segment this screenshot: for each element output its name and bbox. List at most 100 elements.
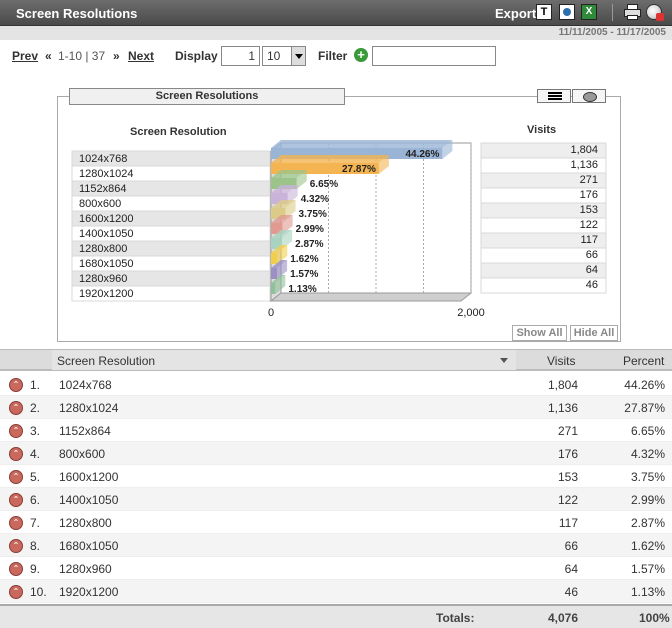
bar-chart-toggle-icon[interactable] <box>537 89 571 103</box>
row-rank: 8. <box>30 539 41 553</box>
row-visits: 122 <box>557 493 578 507</box>
row-percent: 4.32% <box>630 447 665 461</box>
rank-arrow-icon[interactable]: ⌃ <box>9 585 23 599</box>
display-start-input[interactable]: 1 <box>221 46 260 66</box>
totals-percent: 100% <box>639 611 670 625</box>
row-percent: 1.13% <box>630 585 665 599</box>
row-name[interactable]: 1600x1200 <box>59 470 118 484</box>
row-name[interactable]: 1400x1050 <box>59 493 118 507</box>
table-row[interactable]: ⌃ 1. 1024x768 1,804 44.26% <box>0 373 672 396</box>
row-visits: 46 <box>564 585 578 599</box>
row-percent: 3.75% <box>630 470 665 484</box>
table-row[interactable]: ⌃ 2. 1280x1024 1,136 27.87% <box>0 396 672 419</box>
row-name[interactable]: 1152x864 <box>59 424 111 438</box>
rank-arrow-icon[interactable]: ⌃ <box>9 516 23 530</box>
add-filter-icon[interactable]: + <box>354 48 368 62</box>
row-name[interactable]: 1920x1200 <box>59 585 118 599</box>
table-row[interactable]: ⌃ 9. 1280x960 64 1.57% <box>0 557 672 580</box>
row-visits: 176 <box>557 447 578 461</box>
table-header: Screen Resolution Visits Percent <box>0 349 672 371</box>
show-all-button[interactable]: Show All <box>512 325 567 341</box>
row-visits: 271 <box>557 424 578 438</box>
row-visits: 66 <box>564 539 578 553</box>
table-row[interactable]: ⌃ 10. 1920x1200 46 1.13% <box>0 580 672 603</box>
chart-category-header: Screen Resolution <box>130 126 227 138</box>
row-rank: 9. <box>30 562 41 576</box>
row-percent: 6.65% <box>630 424 665 438</box>
chart-title: Screen Resolutions <box>69 88 345 105</box>
next-arrow-icon[interactable]: » <box>113 49 120 63</box>
rank-arrow-icon[interactable]: ⌃ <box>9 562 23 576</box>
sort-down-icon[interactable] <box>500 358 508 363</box>
export-excel-icon[interactable]: X <box>581 4 597 20</box>
row-name[interactable]: 1280x960 <box>59 562 112 576</box>
totals-row: Totals: 4,076 100% <box>0 604 672 628</box>
row-visits: 64 <box>564 562 578 576</box>
col-header-name[interactable]: Screen Resolution <box>57 354 155 368</box>
row-percent: 2.87% <box>630 516 665 530</box>
row-percent: 1.57% <box>630 562 665 576</box>
display-label: Display <box>175 49 218 63</box>
rank-arrow-icon[interactable]: ⌃ <box>9 378 23 392</box>
chevron-down-icon[interactable] <box>291 47 305 65</box>
export-pdf-icon[interactable] <box>559 4 575 20</box>
totals-label: Totals: <box>436 611 475 625</box>
prev-link[interactable]: Prev <box>12 49 38 63</box>
table-row[interactable]: ⌃ 6. 1400x1050 122 2.99% <box>0 488 672 511</box>
table-row[interactable]: ⌃ 5. 1600x1200 153 3.75% <box>0 465 672 488</box>
row-rank: 3. <box>30 424 41 438</box>
row-visits: 153 <box>557 470 578 484</box>
display-count-value: 10 <box>267 49 281 63</box>
row-rank: 6. <box>30 493 41 507</box>
chart-value-header: Visits <box>527 124 557 136</box>
hide-all-button[interactable]: Hide All <box>570 325 618 341</box>
row-name[interactable]: 1680x1050 <box>59 539 118 553</box>
rank-arrow-icon[interactable]: ⌃ <box>9 470 23 484</box>
row-name[interactable]: 1280x800 <box>59 516 112 530</box>
report-title: Screen Resolutions <box>16 6 138 21</box>
rank-arrow-icon[interactable]: ⌃ <box>9 447 23 461</box>
row-rank: 1. <box>30 378 41 392</box>
export-text-icon[interactable]: T <box>536 4 552 20</box>
row-name[interactable]: 1024x768 <box>59 378 112 392</box>
row-rank: 10. <box>30 585 47 599</box>
date-range: 11/11/2005 - 11/17/2005 <box>558 27 666 38</box>
table-row[interactable]: ⌃ 7. 1280x800 117 2.87% <box>0 511 672 534</box>
totals-visits: 4,076 <box>548 611 579 625</box>
row-rank: 5. <box>30 470 41 484</box>
title-bar: Screen Resolutions Export T X <box>0 0 672 26</box>
export-label: Export <box>495 6 537 21</box>
filter-input[interactable] <box>372 46 496 66</box>
pagination-bar: Prev « 1-10 | 37 » Next Display 1 10 Fil… <box>0 40 672 76</box>
print-icon[interactable] <box>624 4 641 20</box>
page-range: 1-10 | 37 <box>58 49 106 63</box>
globe-icon[interactable] <box>646 4 664 21</box>
row-name[interactable]: 800x600 <box>59 447 105 461</box>
table-row[interactable]: ⌃ 3. 1152x864 271 6.65% <box>0 419 672 442</box>
rank-arrow-icon[interactable]: ⌃ <box>9 401 23 415</box>
prev-arrow-icon[interactable]: « <box>45 49 52 63</box>
row-rank: 2. <box>30 401 41 415</box>
pie-chart-toggle-icon[interactable] <box>572 89 606 103</box>
row-visits: 1,804 <box>547 378 578 392</box>
filter-label: Filter <box>318 49 348 63</box>
col-header-percent[interactable]: Percent <box>623 354 664 368</box>
row-percent: 2.99% <box>630 493 665 507</box>
next-link[interactable]: Next <box>128 49 154 63</box>
toolbar-divider <box>612 4 613 21</box>
rank-arrow-icon[interactable]: ⌃ <box>9 424 23 438</box>
rank-arrow-icon[interactable]: ⌃ <box>9 539 23 553</box>
col-header-visits[interactable]: Visits <box>547 354 575 368</box>
date-range-bar: 11/11/2005 - 11/17/2005 <box>0 26 672 40</box>
table-row[interactable]: ⌃ 8. 1680x1050 66 1.62% <box>0 534 672 557</box>
row-percent: 1.62% <box>630 539 665 553</box>
row-rank: 4. <box>30 447 41 461</box>
row-visits: 1,136 <box>547 401 578 415</box>
row-name[interactable]: 1280x1024 <box>59 401 118 415</box>
row-visits: 117 <box>558 516 578 530</box>
table-row[interactable]: ⌃ 4. 800x600 176 4.32% <box>0 442 672 465</box>
row-percent: 27.87% <box>624 401 665 415</box>
rank-arrow-icon[interactable]: ⌃ <box>9 493 23 507</box>
display-count-select[interactable]: 10 <box>262 46 306 66</box>
row-rank: 7. <box>30 516 41 530</box>
